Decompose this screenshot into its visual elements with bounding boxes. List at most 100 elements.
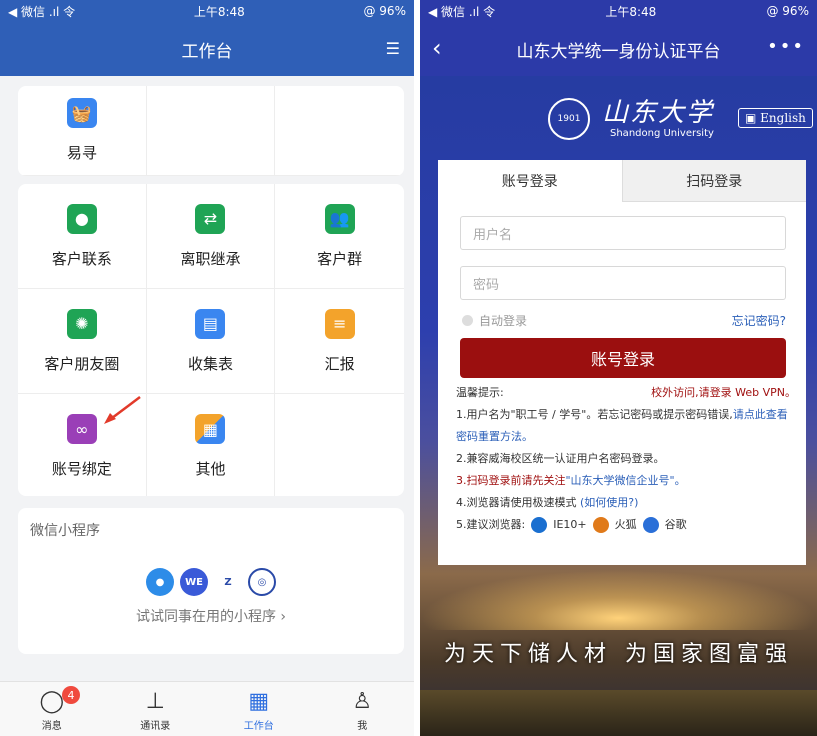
tip-5-label: 5.建议浏览器:	[456, 518, 526, 531]
chat-icon: ●	[66, 203, 97, 234]
tab-account-login[interactable]: 账号登录	[438, 160, 622, 202]
pointer-arrow-icon	[104, 396, 141, 424]
page-title: 山东大学统一身份认证平台	[516, 41, 721, 62]
password-input[interactable]: 密码	[460, 266, 786, 300]
aperture-icon: ✺	[66, 308, 97, 339]
unread-badge: 4	[62, 686, 80, 704]
auto-login-label: 自动登录	[479, 314, 528, 328]
checkbox-icon	[462, 315, 473, 326]
forgot-password-link[interactable]: 忘记密码?	[732, 312, 786, 329]
app-label: 易寻	[66, 144, 97, 162]
app-other[interactable]: ▦ 其他	[147, 394, 276, 496]
settings-list-icon[interactable]: ☰	[386, 39, 400, 58]
auto-login-checkbox[interactable]: 自动登录	[462, 312, 527, 329]
tab-contacts[interactable]: ⊥ 通讯录	[104, 682, 208, 736]
campus-ground-image	[420, 690, 817, 736]
app-collection-form[interactable]: ▤ 收集表	[146, 289, 276, 394]
app-report[interactable]: ≡ 汇报	[275, 289, 404, 394]
message-icon: ◯	[39, 689, 65, 714]
mini-program-title: 微信小程序	[30, 523, 100, 539]
tip-2: 2.兼容威海校区统一认证用户名密码登录。	[456, 452, 665, 465]
tip-5: 5.建议浏览器: IE10+ 火狐 谷歌	[456, 514, 796, 536]
app-yixun[interactable]: 🧺 易寻	[18, 86, 147, 176]
university-name-calligraphy: 山东大学	[602, 98, 715, 128]
app-label: 客户朋友圈	[44, 354, 120, 373]
group-icon: 👥	[324, 203, 355, 234]
app-resign-transfer[interactable]: ⇄ 离职继承	[146, 184, 276, 289]
language-button[interactable]: ▣ English	[738, 108, 813, 128]
mini-program-link[interactable]: 试试同事在用的小程序 ›	[18, 606, 404, 626]
status-bar: ◀ 微信 .ıl 令 上午8:48 @ 96%	[420, 0, 817, 22]
tab-workbench[interactable]: ▦ 工作台	[207, 682, 311, 736]
app-label: 汇报	[324, 354, 355, 373]
tab-label: 消息	[41, 721, 62, 732]
university-logo: 1901 山东大学 Shandong University ▣ English	[420, 90, 817, 150]
mini-program-card: 微信小程序 ● WE Z ◎ 试试同事在用的小程序 ›	[18, 508, 404, 654]
tip-1: 1.用户名为"职工号 / 学号"。若忘记密码或提示密码错误,	[456, 408, 733, 421]
wechat-account-link[interactable]: "山东大学微信企业号"。	[566, 474, 686, 487]
tips-title: 温馨提示:	[456, 386, 504, 399]
webvpn-link[interactable]: 校外访问,请登录 Web VPN。	[651, 382, 796, 404]
tab-qr-login[interactable]: 扫码登录	[621, 160, 806, 202]
ie-icon	[531, 517, 548, 533]
header: ◀ 微信 .ıl 令 上午8:48 @ 96% 工作台 ☰	[0, 0, 414, 76]
empty-cell	[146, 86, 276, 176]
empty-cell	[275, 394, 404, 496]
username-input[interactable]: 用户名	[460, 216, 786, 250]
nav-bar: ‹ 山东大学统一身份认证平台 •••	[420, 22, 817, 76]
tab-messages[interactable]: ◯ 4 消息	[0, 682, 104, 736]
tip-4: 4.浏览器请使用极速模式	[456, 496, 577, 509]
login-panel: 账号登录 扫码登录 用户名 密码 自动登录 忘记密码? 账号登录 温馨提示: 校…	[438, 160, 806, 565]
time-text: 上午8:48	[193, 4, 245, 19]
app-customer-group[interactable]: 👥 客户群	[275, 184, 404, 289]
university-name-english: Shandong University	[610, 128, 714, 139]
how-to-use-link[interactable]: (如何使用?)	[580, 496, 638, 509]
browser-chrome: 谷歌	[664, 518, 687, 531]
app-customer-moments[interactable]: ✺ 客户朋友圈	[18, 289, 147, 394]
tips-block: 温馨提示: 校外访问,请登录 Web VPN。 1.用户名为"职工号 / 学号"…	[456, 382, 796, 536]
tab-label: 工作台	[243, 721, 274, 732]
battery-text: @ 96%	[363, 4, 406, 18]
tab-me[interactable]: ♙ 我	[311, 682, 415, 736]
firefox-icon	[592, 517, 609, 533]
basket-icon: 🧺	[66, 98, 97, 128]
chat-bubble-icon: ●	[146, 568, 174, 596]
time-text: 上午8:48	[605, 4, 657, 19]
campus-lights-image	[420, 570, 817, 630]
app-label: 其他	[195, 460, 226, 478]
app-label: 客户联系	[51, 249, 112, 268]
back-icon[interactable]: ‹	[432, 34, 442, 62]
badge-icon: ◎	[248, 568, 276, 596]
campus-banner-text: 为天下储人材 为国家图富强	[444, 642, 793, 667]
browser-ie: IE10+	[553, 518, 587, 531]
grid-icon: ▦	[195, 414, 226, 444]
carrier-text: ◀ 微信 .ıl 令	[8, 4, 76, 19]
report-icon: ≡	[324, 308, 355, 339]
tab-bar: ◯ 4 消息 ⊥ 通讯录 ▦ 工作台 ♙ 我	[0, 681, 414, 736]
app-label: 账号绑定	[51, 460, 112, 478]
status-bar: ◀ 微信 .ıl 令 上午8:48 @ 96%	[0, 0, 414, 22]
battery-text: @ 96%	[766, 4, 809, 18]
tab-label: 我	[357, 721, 368, 732]
browser-firefox: 火狐	[614, 518, 637, 531]
more-button[interactable]: •••	[767, 36, 805, 57]
login-button[interactable]: 账号登录	[460, 338, 786, 378]
apps-icon: ▦	[248, 689, 270, 714]
nav-bar: 工作台 ☰	[0, 22, 414, 76]
mini-program-icons[interactable]: ● WE Z ◎	[146, 568, 276, 596]
person-icon: ♙	[352, 689, 373, 714]
app-label: 客户群	[317, 249, 363, 268]
link-icon: ∞	[66, 414, 97, 444]
app-label: 离职继承	[180, 249, 241, 268]
app-customer-contact[interactable]: ● 客户联系	[18, 184, 147, 289]
globe-icon: ▣	[745, 111, 761, 125]
sdu-login-screen: ◀ 微信 .ıl 令 上午8:48 @ 96% ‹ 山东大学统一身份认证平台 •…	[420, 0, 817, 736]
chrome-icon	[642, 517, 659, 533]
empty-cell	[275, 86, 404, 176]
z-icon: Z	[214, 568, 242, 596]
we-icon: WE	[180, 568, 208, 596]
login-tabs: 账号登录 扫码登录	[438, 160, 806, 202]
tip-3: 3.扫码登录前请先关注	[456, 474, 566, 487]
org-chart-icon: ⊥	[145, 689, 165, 714]
transfer-icon: ⇄	[195, 203, 226, 234]
